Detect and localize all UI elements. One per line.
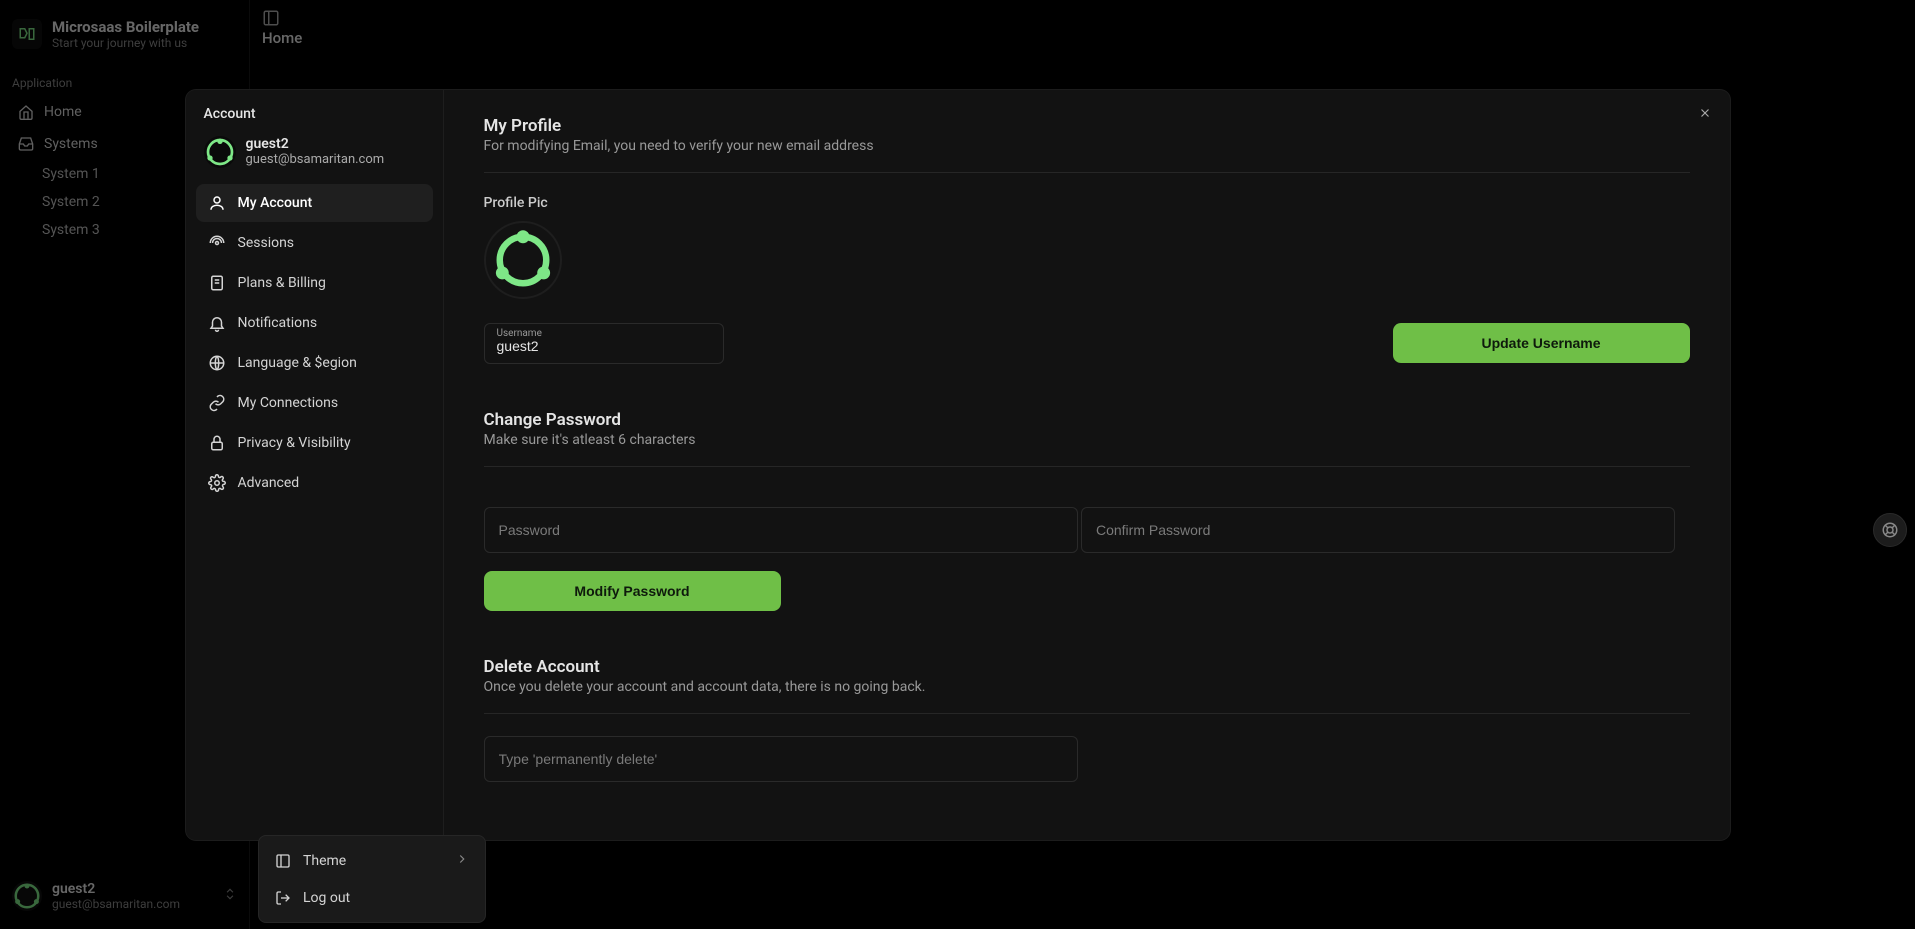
nav-advanced[interactable]: Advanced (196, 464, 433, 502)
lifebuoy-icon (1881, 521, 1899, 539)
modify-password-button[interactable]: Modify Password (484, 571, 781, 611)
modal-user-email: guest@bsamaritan.com (246, 152, 385, 167)
globe-icon (208, 354, 226, 372)
settings-modal: Account guest2 guest@bsamaritan.com My A… (186, 90, 1730, 840)
popover-theme[interactable]: Theme (265, 842, 479, 880)
profile-heading: My Profile (484, 116, 1690, 136)
nav-label: Language & $egion (238, 355, 357, 371)
nav-my-account[interactable]: My Account (196, 184, 433, 222)
divider (484, 172, 1690, 173)
password-desc: Make sure it's atleast 6 characters (484, 432, 1690, 448)
profile-pic-label: Profile Pic (484, 195, 1690, 211)
nav-label: Advanced (238, 475, 300, 491)
username-input[interactable] (497, 338, 711, 354)
password-heading: Change Password (484, 410, 1690, 430)
modal-user-block: guest2 guest@bsamaritan.com (196, 132, 433, 182)
nav-label: Notifications (238, 315, 318, 331)
modal-overlay: Account guest2 guest@bsamaritan.com My A… (0, 0, 1915, 929)
nav-sessions[interactable]: Sessions (196, 224, 433, 262)
modal-title: Account (196, 106, 433, 132)
divider (484, 713, 1690, 714)
bell-icon (208, 314, 226, 332)
popover-logout[interactable]: Log out (265, 880, 479, 916)
nav-privacy-visibility[interactable]: Privacy & Visibility (196, 424, 433, 462)
panel-left-icon (275, 853, 291, 869)
delete-heading: Delete Account (484, 657, 1690, 677)
nav-notifications[interactable]: Notifications (196, 304, 433, 342)
avatar-icon (492, 229, 554, 291)
popover-label: Log out (303, 890, 350, 906)
broadcast-icon (208, 234, 226, 252)
delete-desc: Once you delete your account and account… (484, 679, 1690, 695)
gear-icon (208, 474, 226, 492)
modal-sidebar: Account guest2 guest@bsamaritan.com My A… (186, 90, 444, 840)
divider (484, 466, 1690, 467)
profile-desc: For modifying Email, you need to verify … (484, 138, 1690, 154)
user-icon (208, 194, 226, 212)
modal-main: My Profile For modifying Email, you need… (444, 90, 1730, 840)
password-input[interactable] (484, 507, 1078, 553)
nav-label: My Account (238, 195, 313, 211)
help-fab[interactable] (1873, 513, 1907, 547)
user-popover: Theme Log out (258, 835, 486, 923)
link-icon (208, 394, 226, 412)
nav-label: Sessions (238, 235, 295, 251)
lock-icon (208, 434, 226, 452)
nav-language-region[interactable]: Language & $egion (196, 344, 433, 382)
username-field-wrap: Username (484, 323, 724, 364)
receipt-icon (208, 274, 226, 292)
confirm-password-input[interactable] (1081, 507, 1675, 553)
modal-user-name: guest2 (246, 136, 385, 152)
popover-label: Theme (303, 853, 346, 869)
nav-label: Privacy & Visibility (238, 435, 351, 451)
update-username-button[interactable]: Update Username (1393, 323, 1690, 363)
nav-my-connections[interactable]: My Connections (196, 384, 433, 422)
nav-plans-billing[interactable]: Plans & Billing (196, 264, 433, 302)
chevron-right-icon (455, 852, 469, 870)
nav-label: Plans & Billing (238, 275, 326, 291)
avatar-icon (204, 136, 236, 168)
logout-icon (275, 890, 291, 906)
delete-confirm-input[interactable] (484, 736, 1078, 782)
profile-pic[interactable] (484, 221, 562, 299)
nav-label: My Connections (238, 395, 339, 411)
username-label: Username (497, 328, 542, 339)
